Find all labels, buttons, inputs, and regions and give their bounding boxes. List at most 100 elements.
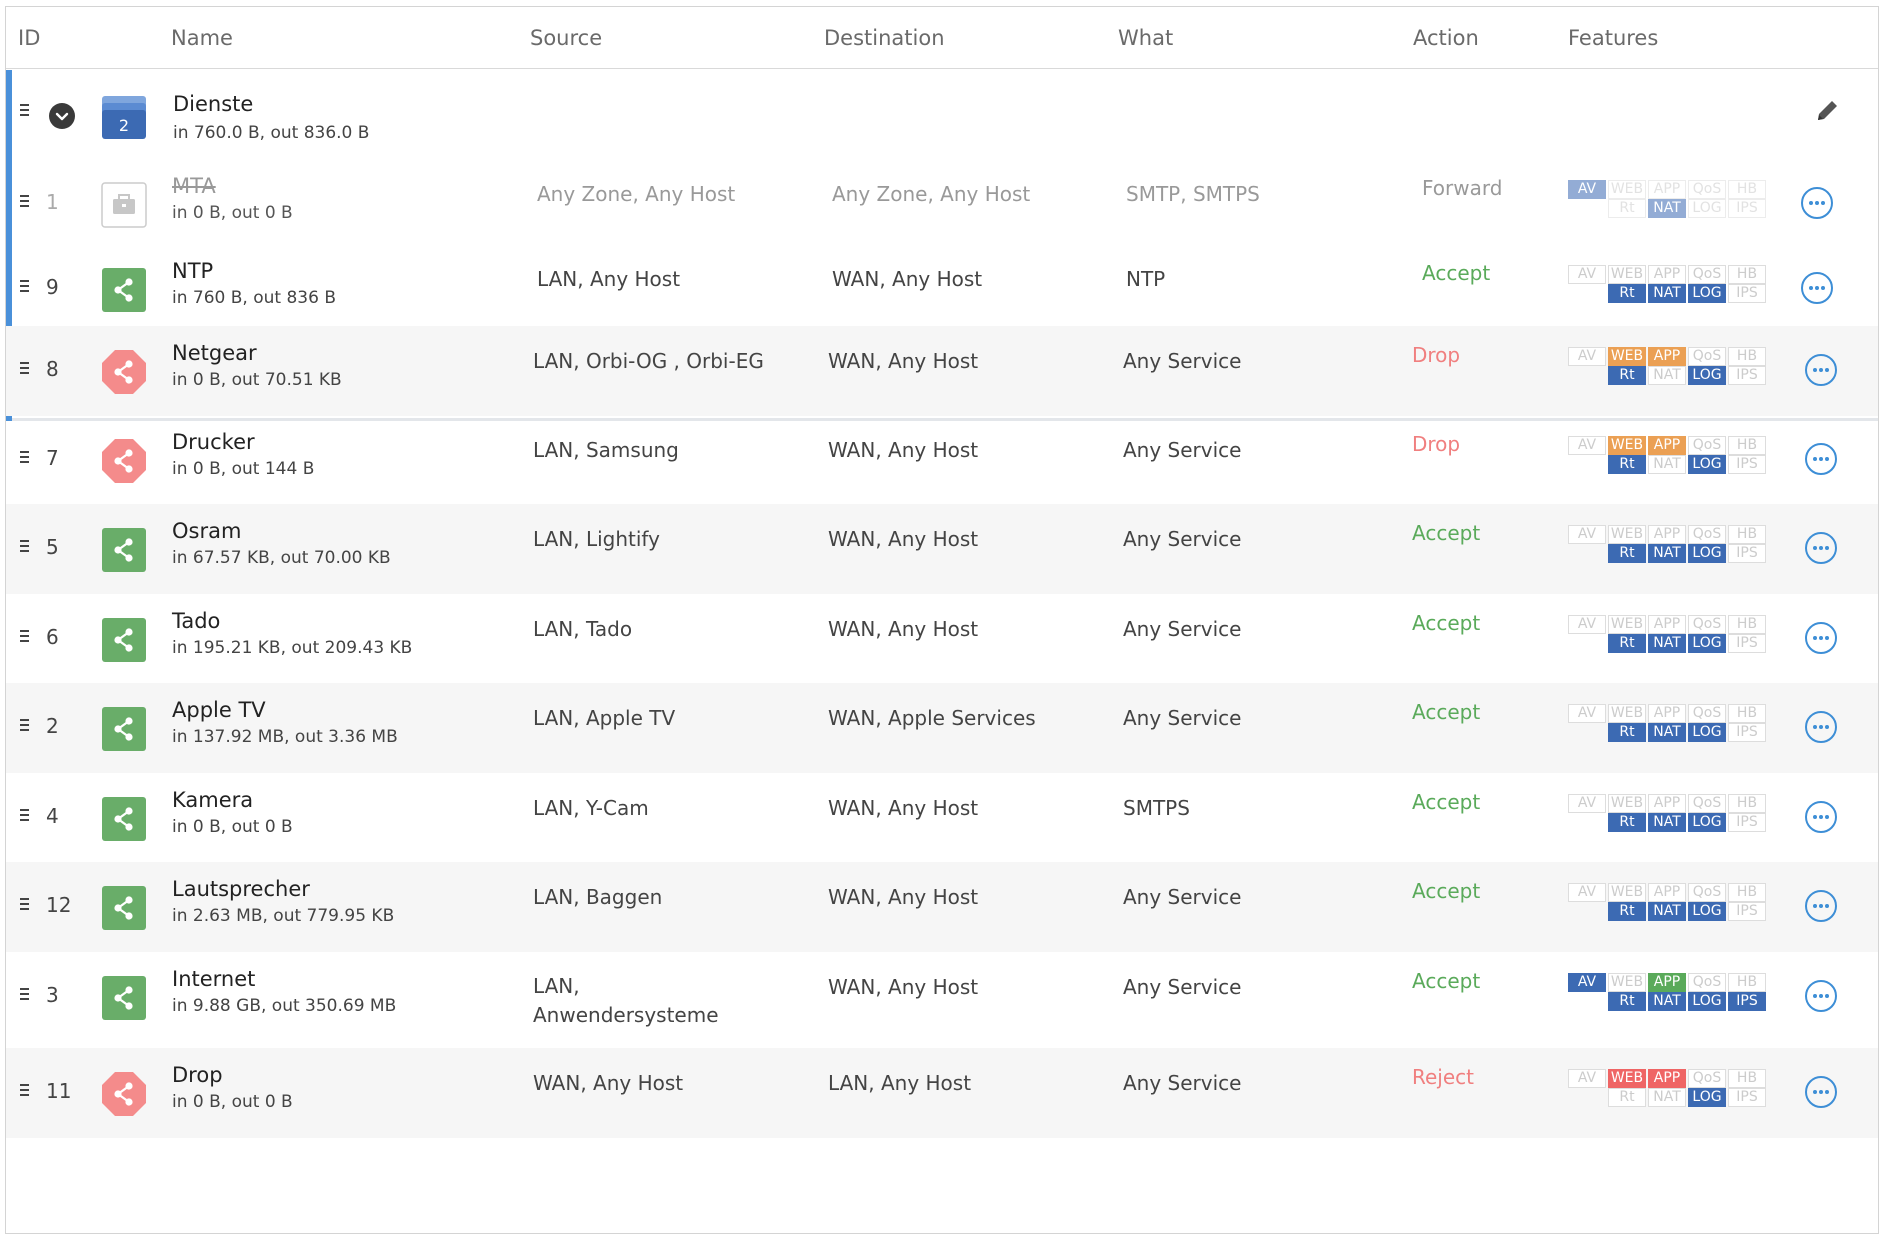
feature-badge-rt: Rt [1608,199,1646,218]
feature-badge-app: APP [1648,794,1686,813]
drag-handle-icon[interactable] [20,809,29,824]
more-options-icon[interactable] [1805,890,1837,922]
drag-handle-icon[interactable] [20,1084,29,1099]
feature-badge-rt: Rt [1608,813,1646,832]
feature-badge-qos: QoS [1688,615,1726,634]
group-stack-icon: 2 [101,94,147,140]
feature-badge-av: AV [1568,525,1606,544]
rule-id: 5 [46,535,59,559]
column-header-destination[interactable]: Destination [824,26,945,50]
more-options-icon[interactable] [1805,801,1837,833]
column-header-source[interactable]: Source [530,26,602,50]
group-name[interactable]: Dienste [173,92,253,116]
rule-id: 9 [46,275,59,299]
more-options-icon[interactable] [1805,622,1837,654]
feature-badge-qos: QoS [1688,436,1726,455]
drag-handle-icon[interactable] [20,104,29,119]
feature-badge-rt: Rt [1608,902,1646,921]
column-header-what[interactable]: What [1118,26,1173,50]
edit-pencil-icon[interactable] [1814,98,1840,124]
drag-handle-icon[interactable] [20,195,29,210]
more-options-icon[interactable] [1805,1076,1837,1108]
more-options-icon[interactable] [1805,532,1837,564]
rule-destination: WAN, Any Host [828,349,979,373]
rule-name[interactable]: Apple TV [172,698,266,722]
rule-name[interactable]: Drop [172,1063,223,1087]
rule-name[interactable]: Osram [172,519,241,543]
more-options-icon[interactable] [1805,354,1837,386]
rule-service: Any Service [1123,1071,1242,1095]
rule-destination: WAN, Any Host [828,617,979,641]
drag-handle-icon[interactable] [20,362,29,377]
chevron-down-icon[interactable] [49,103,75,129]
rule-name[interactable]: Kamera [172,788,253,812]
drag-handle-icon[interactable] [20,280,29,295]
feature-badge-web: WEB [1608,347,1646,366]
feature-badge-log: LOG [1688,1088,1726,1107]
share-icon [101,527,147,573]
more-options-icon[interactable] [1801,187,1833,219]
feature-badge-ips: IPS [1728,902,1766,921]
rule-action: Forward [1422,176,1503,200]
rule-source: LAN, Apple TV [533,706,676,730]
feature-badge-qos: QoS [1688,973,1726,992]
rule-source: LAN, Y-Cam [533,796,649,820]
drag-handle-icon[interactable] [20,540,29,555]
group-count: 2 [119,116,129,135]
feature-badge-nat: NAT [1648,1088,1686,1107]
drag-handle-icon[interactable] [20,630,29,645]
more-options-icon[interactable] [1805,443,1837,475]
rule-row: 11 Drop in 0 B, out 0 B WAN, Any Host LAN, A… [6,1048,1878,1138]
briefcase-icon [101,182,147,228]
more-options-icon[interactable] [1805,711,1837,743]
feature-badge-web: WEB [1608,704,1646,723]
column-header-name[interactable]: Name [171,26,233,50]
rule-action: Accept [1422,261,1491,285]
drag-handle-icon[interactable] [20,451,29,466]
rule-name[interactable]: Tado [172,609,220,633]
rule-action: Drop [1412,343,1461,367]
column-header-id[interactable]: ID [18,26,40,50]
feature-badge-web: WEB [1608,180,1646,199]
rule-name[interactable]: Netgear [172,341,257,365]
feature-badges: AV WEB APP QoS HB Rt NAT LOG IPS [1568,436,1772,480]
rule-action: Accept [1412,611,1481,635]
feature-badge-ips: IPS [1728,455,1766,474]
column-header-action[interactable]: Action [1413,26,1479,50]
feature-badge-nat: NAT [1648,366,1686,385]
rule-name[interactable]: Drucker [172,430,255,454]
column-header-features[interactable]: Features [1568,26,1658,50]
drag-handle-icon[interactable] [20,988,29,1003]
feature-badge-rt: Rt [1608,366,1646,385]
feature-badges: AV WEB APP QoS HB Rt NAT LOG IPS [1568,704,1772,748]
rule-action: Accept [1412,700,1481,724]
rule-destination: WAN, Any Host [828,796,979,820]
rule-name[interactable]: Internet [172,967,255,991]
feature-badge-hb: HB [1728,1069,1766,1088]
feature-badge-qos: QoS [1688,525,1726,544]
feature-badge-nat: NAT [1648,544,1686,563]
rule-service: Any Service [1123,885,1242,909]
drag-handle-icon[interactable] [20,719,29,734]
rule-id: 4 [46,804,59,828]
feature-badge-log: LOG [1688,366,1726,385]
rule-service: Any Service [1123,975,1242,999]
feature-badges: AV WEB APP QoS HB Rt NAT LOG IPS [1568,794,1772,838]
feature-badge-hb: HB [1728,883,1766,902]
rule-id: 1 [46,190,59,214]
rule-row: 3 Internet in 9.88 GB, out 350.69 MB LAN, A… [6,952,1878,1042]
feature-badge-app: APP [1648,883,1686,902]
rule-name[interactable]: MTA [172,174,216,198]
share-icon [101,267,147,313]
rule-source: LAN, Tado [533,617,633,641]
more-options-icon[interactable] [1805,980,1837,1012]
rule-name[interactable]: Lautsprecher [172,877,310,901]
drag-handle-icon[interactable] [20,898,29,913]
rule-traffic: in 0 B, out 0 B [172,1092,293,1112]
rule-destination: WAN, Any Host [828,975,979,999]
rule-name[interactable]: NTP [172,259,213,283]
rules-table: ID Name Source Destination What Action F… [5,6,1879,1234]
feature-badge-web: WEB [1608,265,1646,284]
rule-action: Drop [1412,432,1461,456]
more-options-icon[interactable] [1801,272,1833,304]
